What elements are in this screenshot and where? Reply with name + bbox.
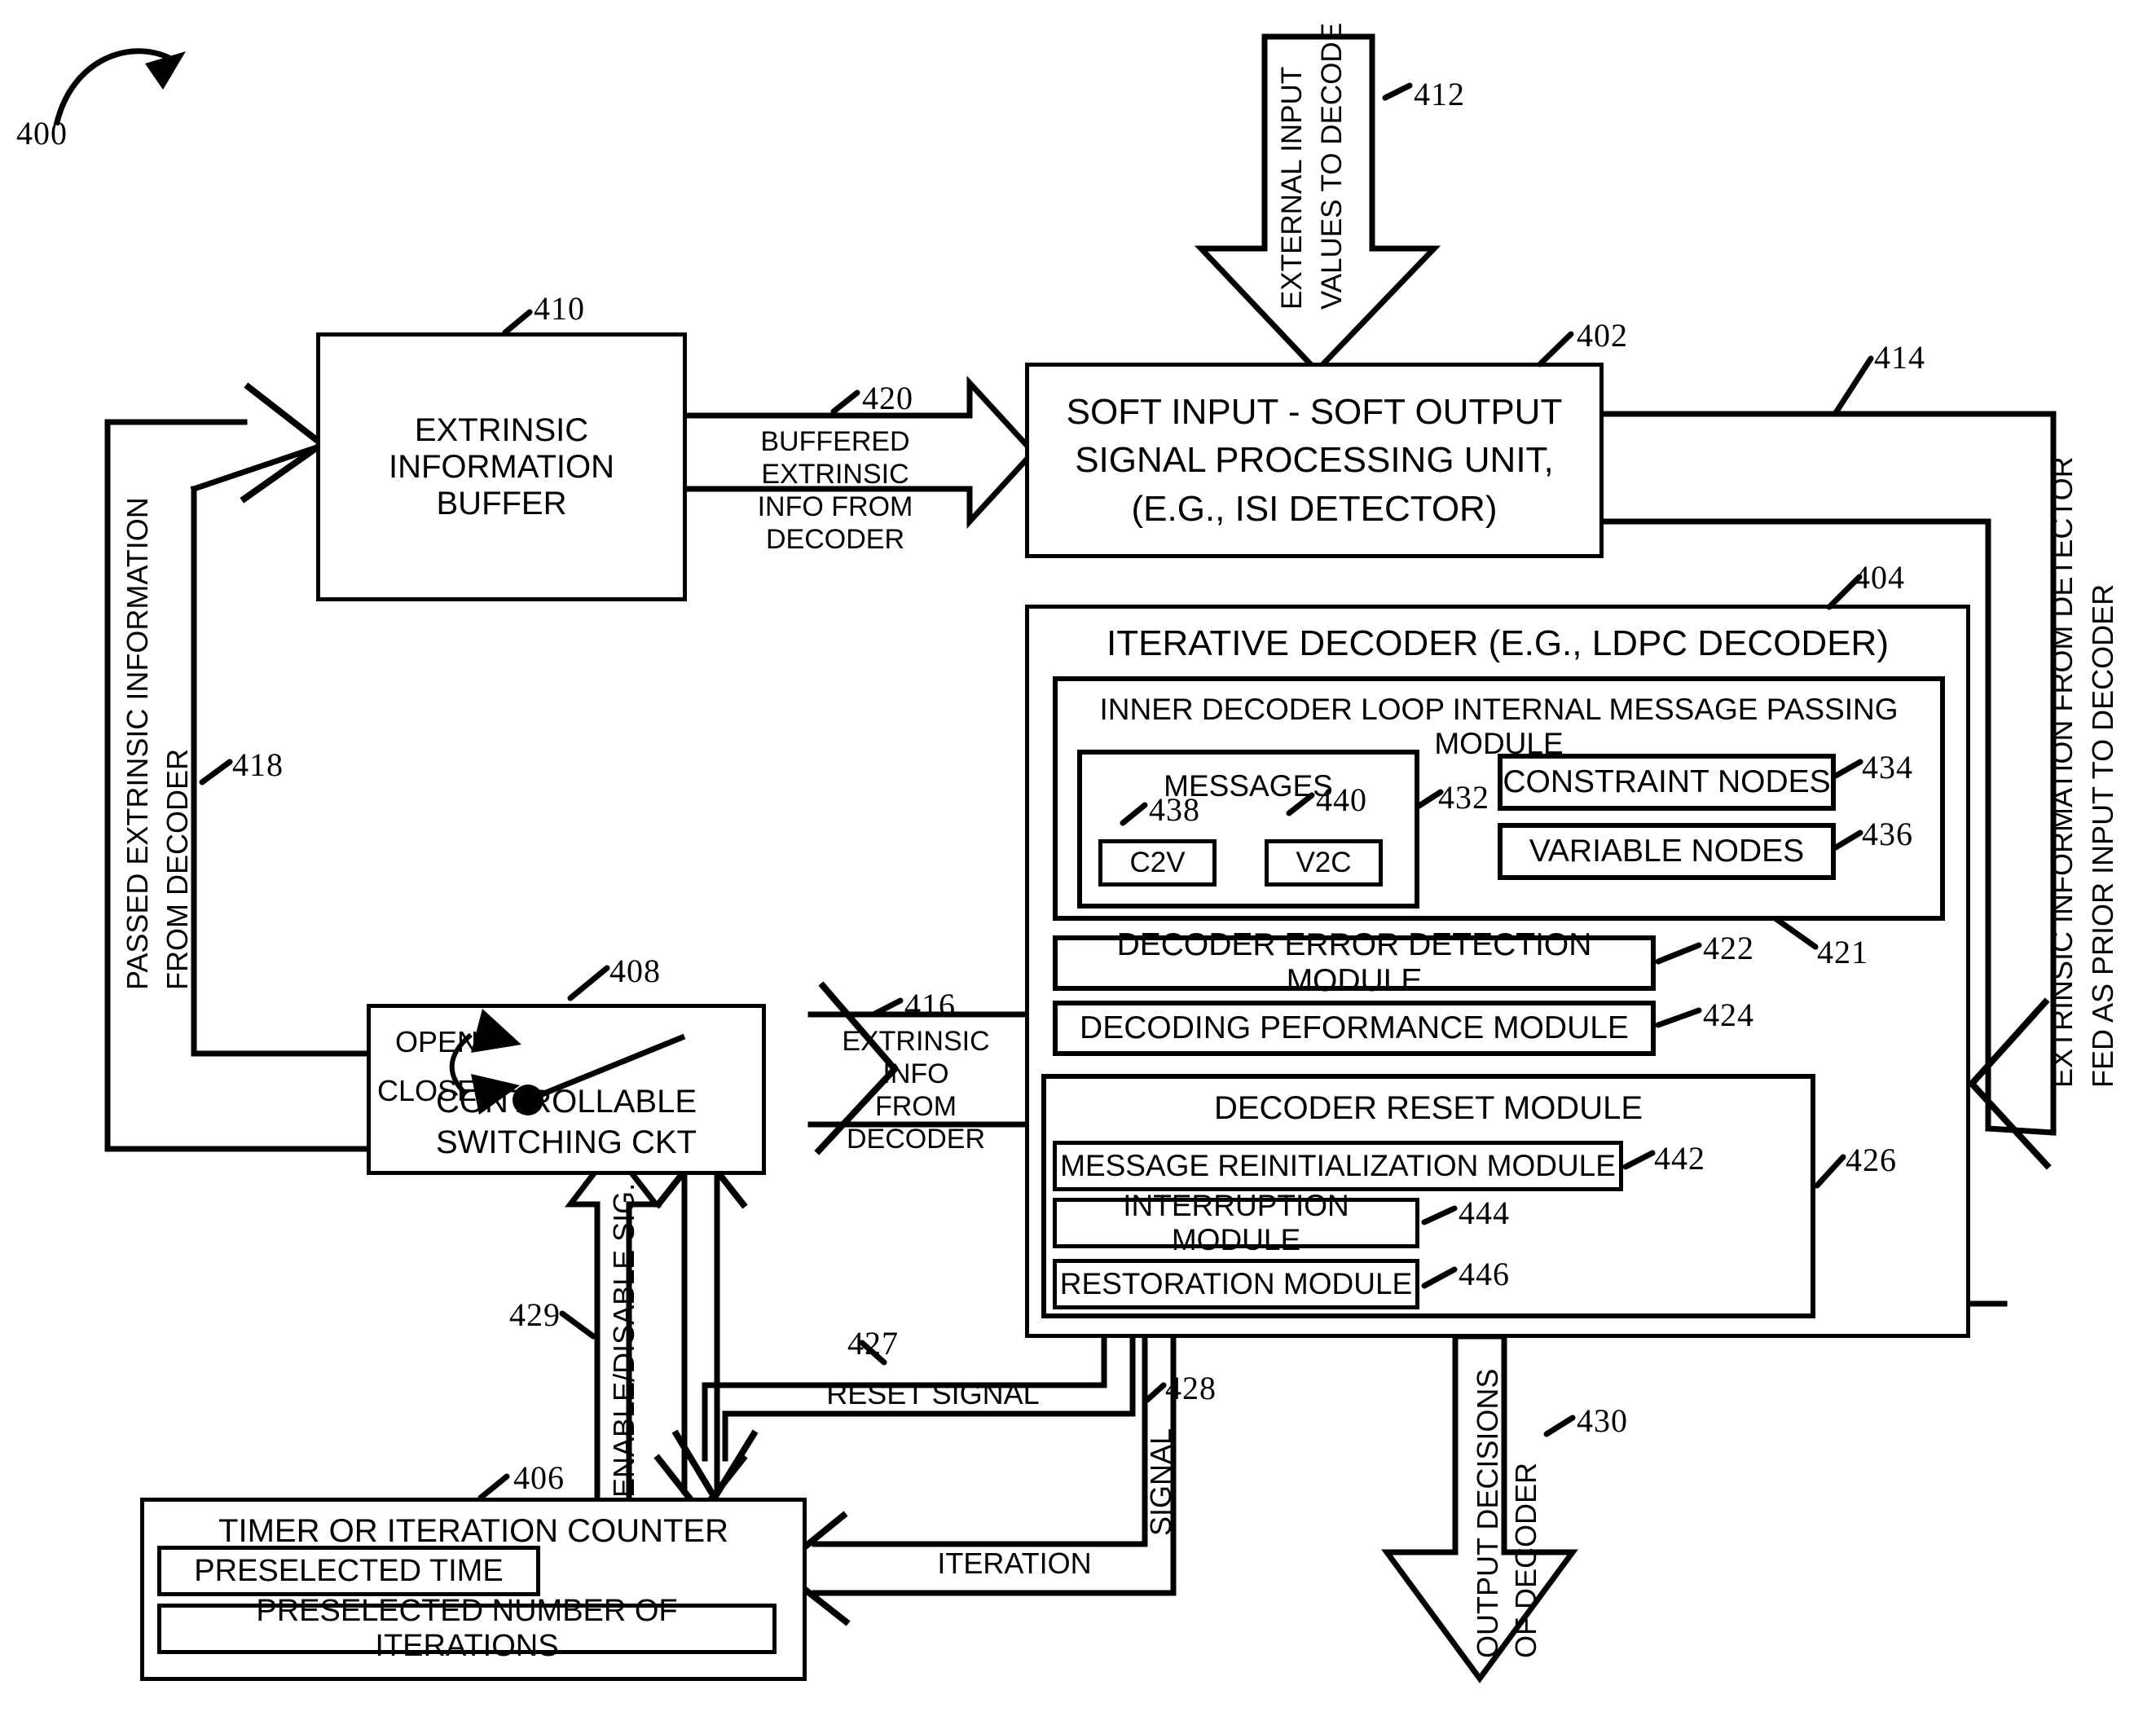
patent-figure-canvas: EXTRINSIC INFORMATION BUFFER SOFT INPUT … <box>0 0 2156 1716</box>
leader-line-layer <box>199 82 1874 1501</box>
